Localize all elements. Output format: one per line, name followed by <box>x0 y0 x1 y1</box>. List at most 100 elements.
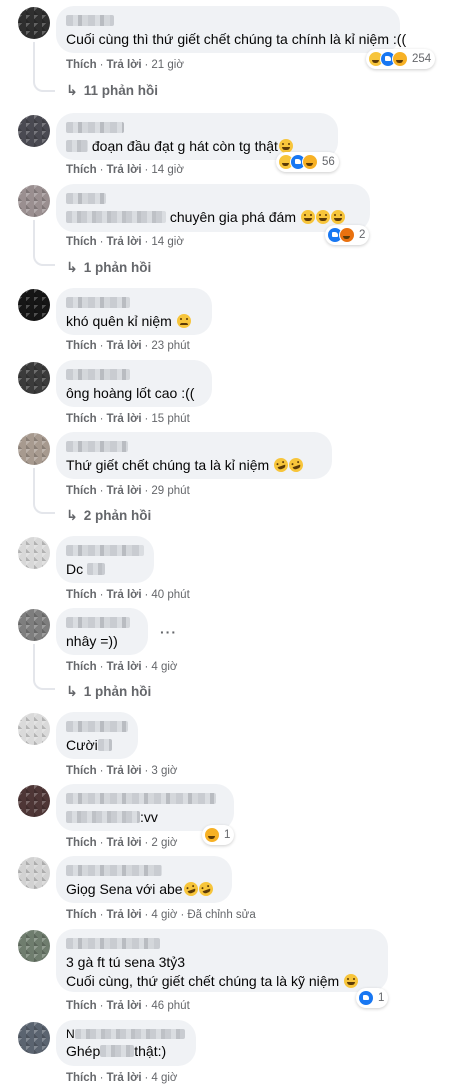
avatar[interactable] <box>18 289 50 321</box>
avatar[interactable] <box>18 609 50 641</box>
view-replies-link[interactable]: ↳ 1 phản hồi <box>66 683 151 700</box>
timestamp[interactable]: 46 phút <box>151 1000 189 1012</box>
like-button[interactable]: Thích <box>66 837 97 849</box>
like-button[interactable]: Thích <box>66 1072 97 1084</box>
like-button[interactable]: Thích <box>66 909 97 921</box>
avatar[interactable] <box>18 362 50 394</box>
reply-button[interactable]: Trả lời <box>107 236 142 248</box>
author-name[interactable] <box>66 369 130 380</box>
like-button[interactable]: Thích <box>66 236 97 248</box>
author-initial[interactable]: N <box>66 1027 75 1041</box>
like-button[interactable]: Thích <box>66 340 97 352</box>
grinning-emoji-icon <box>278 139 293 153</box>
timestamp[interactable]: 40 phút <box>151 589 189 601</box>
view-replies-link[interactable]: ↳ 2 phản hồi <box>66 507 151 524</box>
comment-text: Dc <box>66 561 84 577</box>
avatar[interactable] <box>18 185 50 217</box>
author-name[interactable] <box>66 122 124 133</box>
comment-actions: Thích · Trả lời · 4 giờ · Đã chỉnh sửa <box>66 909 256 921</box>
author-name[interactable] <box>66 441 128 452</box>
reaction-count: 56 <box>322 156 335 168</box>
author-name[interactable] <box>66 617 130 628</box>
comment-actions: Thích · Trả lời · 14 giờ <box>66 236 184 248</box>
timestamp[interactable]: 4 giờ <box>151 661 177 673</box>
reply-button[interactable]: Trả lời <box>107 59 142 71</box>
comment-actions: Thích · Trả lời · 4 giờ <box>66 661 178 673</box>
avatar[interactable] <box>18 713 50 745</box>
like-button[interactable]: Thích <box>66 164 97 176</box>
author-name[interactable] <box>66 297 130 308</box>
comment-bubble: 3 gà ft tú sena 3tỷ3 Cuối cùng, thứ giết… <box>56 929 388 992</box>
reaction-count: 254 <box>412 53 432 65</box>
like-button[interactable]: Thích <box>66 59 97 71</box>
avatar[interactable] <box>18 433 50 465</box>
avatar[interactable] <box>18 1022 50 1054</box>
timestamp[interactable]: 4 giờ <box>151 1072 177 1084</box>
timestamp[interactable]: 2 giờ <box>151 837 177 849</box>
author-name[interactable] <box>66 865 162 876</box>
reaction-summary[interactable]: 254 <box>366 49 436 69</box>
author-name[interactable] <box>66 193 106 204</box>
author-name[interactable] <box>66 721 128 732</box>
reaction-summary[interactable]: 1 <box>356 988 389 1008</box>
rofl-emoji-icon <box>287 456 306 474</box>
reply-button[interactable]: Trả lời <box>107 1072 142 1084</box>
reply-button[interactable]: Trả lời <box>107 485 142 497</box>
avatar[interactable] <box>18 537 50 569</box>
reaction-summary[interactable]: 2 <box>325 225 370 245</box>
author-name[interactable] <box>66 938 160 949</box>
author-name[interactable] <box>66 793 216 804</box>
like-button[interactable]: Thích <box>66 589 97 601</box>
reaction-count: 1 <box>224 829 231 841</box>
replies-count: 2 phản hồi <box>83 508 152 523</box>
grinning-emoji-icon <box>330 210 345 224</box>
reply-button[interactable]: Trả lời <box>107 661 142 673</box>
avatar[interactable] <box>18 785 50 817</box>
reply-button[interactable]: Trả lời <box>107 909 142 921</box>
comment-actions: Thích · Trả lời · 14 giờ <box>66 164 184 176</box>
timestamp[interactable]: 23 phút <box>151 340 189 352</box>
avatar[interactable] <box>18 115 50 147</box>
replies-count: 1 phản hồi <box>83 684 152 699</box>
reaction-count: 1 <box>378 992 385 1004</box>
timestamp[interactable]: 14 giờ <box>151 236 183 248</box>
author-name[interactable] <box>66 15 114 26</box>
like-button[interactable]: Thích <box>66 661 97 673</box>
timestamp[interactable]: 14 giờ <box>151 164 183 176</box>
timestamp[interactable]: 3 giờ <box>151 765 177 777</box>
reply-button[interactable]: Trả lời <box>107 1000 142 1012</box>
like-button[interactable]: Thích <box>66 413 97 425</box>
more-options-button[interactable]: ··· <box>160 624 177 640</box>
avatar[interactable] <box>18 7 50 39</box>
comment-bubble: ông hoàng lốt cao :(( <box>56 360 212 407</box>
blurred-text <box>87 563 106 575</box>
reply-button[interactable]: Trả lời <box>107 589 142 601</box>
reply-button[interactable]: Trả lời <box>107 837 142 849</box>
thread-line <box>33 644 35 678</box>
thread-elbow <box>33 252 55 266</box>
reply-button[interactable]: Trả lời <box>107 413 142 425</box>
like-button[interactable]: Thích <box>66 1000 97 1012</box>
reply-button[interactable]: Trả lời <box>107 340 142 352</box>
author-name[interactable] <box>66 545 144 556</box>
author-name[interactable] <box>74 1029 185 1039</box>
like-button[interactable]: Thích <box>66 485 97 497</box>
reaction-summary[interactable]: 56 <box>276 152 339 172</box>
view-replies-link[interactable]: ↳ 1 phản hồi <box>66 259 151 276</box>
rofl-emoji-icon <box>181 880 200 898</box>
avatar[interactable] <box>18 930 50 962</box>
avatar[interactable] <box>18 857 50 889</box>
like-button[interactable]: Thích <box>66 765 97 777</box>
timestamp[interactable]: 15 phút <box>151 413 189 425</box>
timestamp[interactable]: 4 giờ <box>151 909 177 921</box>
timestamp[interactable]: 29 phút <box>151 485 189 497</box>
comment-text: ông hoàng lốt cao :(( <box>66 385 195 401</box>
reaction-summary[interactable]: 1 <box>202 825 235 845</box>
thread-line <box>33 42 35 80</box>
comment-bubble: chuyên gia phá đám <box>56 184 370 232</box>
reply-button[interactable]: Trả lời <box>107 765 142 777</box>
reply-button[interactable]: Trả lời <box>107 164 142 176</box>
view-replies-link[interactable]: ↳ 11 phản hồi <box>66 82 158 99</box>
timestamp[interactable]: 21 giờ <box>151 59 183 71</box>
comment-actions: Thích · Trả lời · 40 phút <box>66 589 190 601</box>
